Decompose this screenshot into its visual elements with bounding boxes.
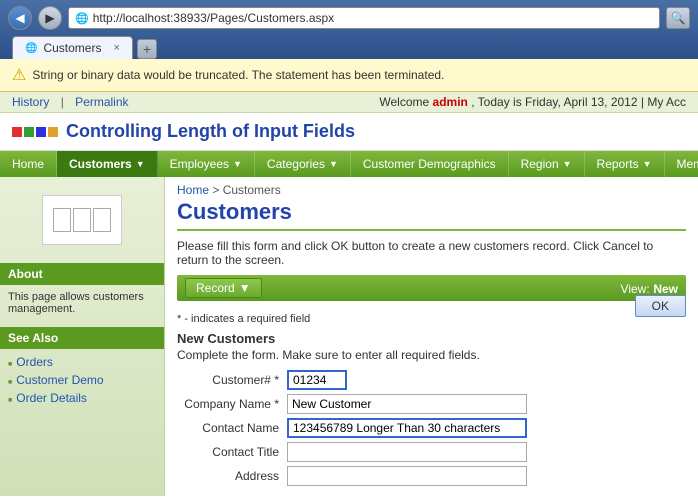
ok-button[interactable]: OK [635, 295, 686, 317]
admin-name: admin [433, 95, 468, 109]
customers-arrow-icon: ▼ [136, 159, 145, 169]
nav-employees[interactable]: Employees ▼ [158, 151, 255, 177]
sidebar-logo [42, 195, 122, 245]
back-button[interactable]: ◀ [8, 6, 32, 30]
url-text: http://localhost:38933/Pages/Customers.a… [93, 11, 334, 25]
new-tab-button[interactable]: + [137, 39, 157, 59]
browser-toolbar: ◀ ▶ 🌐 http://localhost:38933/Pages/Custo… [8, 6, 690, 30]
input-address[interactable] [287, 466, 527, 486]
content-area: About This page allows customers managem… [0, 177, 698, 496]
active-tab[interactable]: 🌐 Customers × [12, 36, 133, 59]
label-contact-title: Contact Title [177, 445, 287, 459]
logo-square-green [24, 127, 34, 137]
logo-page-3 [93, 208, 111, 232]
instruction-text: Please fill this form and click OK butto… [177, 239, 686, 267]
nav-membership[interactable]: Membership [665, 151, 698, 177]
input-company-name[interactable] [287, 394, 527, 414]
logo-page-2 [73, 208, 91, 232]
search-button[interactable]: 🔍 [666, 7, 690, 29]
record-toolbar: Record ▼ View: New [177, 275, 686, 301]
form-header-row: * - indicates a required field OK [177, 307, 686, 331]
label-contact-name: Contact Name [177, 421, 287, 435]
app-title: Controlling Length of Input Fields [66, 121, 355, 142]
app-header: Controlling Length of Input Fields [0, 113, 698, 151]
nav-region[interactable]: Region ▼ [509, 151, 585, 177]
nav-customers[interactable]: Customers ▼ [57, 151, 158, 177]
employees-arrow-icon: ▼ [233, 159, 242, 169]
form-title: New Customers [177, 331, 686, 346]
view-value: New [653, 282, 678, 296]
sidebar-links: Orders Customer Demo Order Details [0, 349, 164, 411]
address-bar[interactable]: 🌐 http://localhost:38933/Pages/Customers… [68, 7, 660, 29]
field-address: Address [177, 466, 686, 486]
categories-arrow-icon: ▼ [329, 159, 338, 169]
contact-name-wrapper [287, 418, 527, 438]
history-links: History | Permalink [12, 95, 137, 109]
field-company-name: Company Name * [177, 394, 686, 414]
warning-icon: ⚠ [12, 65, 26, 85]
sidebar-see-also-heading: See Also [0, 327, 164, 349]
sidebar-about-text: This page allows customers management. [0, 285, 164, 321]
record-button[interactable]: Record ▼ [185, 278, 262, 298]
sidebar-link-customer-demo[interactable]: Customer Demo [8, 371, 156, 389]
nav-bar: Home Customers ▼ Employees ▼ Categories … [0, 151, 698, 177]
view-section: View: New [621, 281, 678, 296]
breadcrumb-current: Customers [223, 183, 281, 197]
logo-square-red [12, 127, 22, 137]
history-bar: History | Permalink Welcome admin , Toda… [0, 92, 698, 113]
tab-bar: 🌐 Customers × + [8, 36, 690, 59]
form-subtitle: Complete the form. Make sure to enter al… [177, 348, 686, 362]
input-customer-number[interactable] [287, 370, 347, 390]
permalink-link[interactable]: Permalink [75, 95, 128, 109]
welcome-text: Welcome admin , Today is Friday, April 1… [379, 95, 686, 109]
sidebar-link-orders[interactable]: Orders [8, 353, 156, 371]
browser-chrome: ◀ ▶ 🌐 http://localhost:38933/Pages/Custo… [0, 0, 698, 59]
breadcrumb-separator: > [212, 183, 222, 197]
record-arrow-icon: ▼ [239, 281, 251, 295]
page-title: Customers [177, 199, 686, 231]
logo-square-blue [36, 127, 46, 137]
sidebar: About This page allows customers managem… [0, 177, 165, 496]
sidebar-link-order-details[interactable]: Order Details [8, 389, 156, 407]
warning-banner: ⚠ String or binary data would be truncat… [0, 59, 698, 92]
logo-square-yellow [48, 127, 58, 137]
field-contact-name: Contact Name [177, 418, 686, 438]
history-link[interactable]: History [12, 95, 49, 109]
field-contact-title: Contact Title [177, 442, 686, 462]
input-contact-title[interactable] [287, 442, 527, 462]
browser-icon: 🌐 [75, 12, 89, 25]
forward-button[interactable]: ▶ [38, 6, 62, 30]
tab-favicon-icon: 🌐 [25, 43, 37, 54]
label-customer-number: Customer# * [177, 373, 287, 387]
field-customer-number: Customer# * [177, 370, 686, 390]
app-logo [12, 127, 58, 137]
sidebar-about-heading: About [0, 263, 164, 285]
sidebar-logo-inner [53, 208, 111, 232]
reports-arrow-icon: ▼ [643, 159, 652, 169]
label-address: Address [177, 469, 287, 483]
breadcrumb-home[interactable]: Home [177, 183, 209, 197]
separator: | [61, 95, 64, 109]
input-contact-name[interactable] [287, 418, 527, 438]
tab-title: Customers [43, 41, 101, 55]
tab-close-button[interactable]: × [113, 42, 119, 54]
nav-customer-demographics[interactable]: Customer Demographics [351, 151, 509, 177]
main-content: Home > Customers Customers Please fill t… [165, 177, 698, 496]
logo-page-1 [53, 208, 71, 232]
breadcrumb: Home > Customers [177, 183, 686, 197]
nav-home[interactable]: Home [0, 151, 57, 177]
view-label: View: [621, 282, 650, 296]
warning-text: String or binary data would be truncated… [32, 68, 444, 82]
region-arrow-icon: ▼ [563, 159, 572, 169]
nav-reports[interactable]: Reports ▼ [585, 151, 665, 177]
label-company-name: Company Name * [177, 397, 287, 411]
nav-categories[interactable]: Categories ▼ [255, 151, 351, 177]
required-note: * - indicates a required field [177, 313, 310, 325]
